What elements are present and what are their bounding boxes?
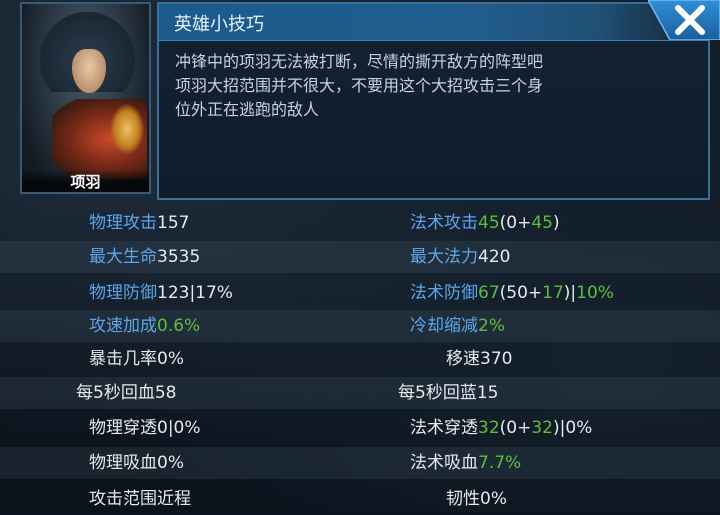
tips-body: 冲锋中的项羽无法被打断，尽情的撕开敌方的阵型吧 项羽大招范围并不很大，不要用这个…	[175, 50, 695, 122]
stat-value: 45	[478, 213, 500, 233]
stat-label: 物理攻击	[89, 213, 157, 233]
close-button[interactable]	[647, 0, 720, 41]
stat-value: (0+	[499, 418, 532, 438]
stat-row: 物理穿透0|0% 法术穿透32(0+32)|0%	[0, 412, 720, 444]
hero-name: 项羽	[22, 170, 149, 192]
tips-line: 位外正在逃跑的敌人	[175, 100, 320, 119]
stat-value: (50+	[499, 283, 543, 303]
stat-row: 物理攻击157 法术攻击45(0+45)	[0, 207, 720, 239]
stat-row: 暴击几率0% 移速370	[0, 343, 720, 375]
stat-label: 攻速加成	[89, 316, 157, 336]
hero-portrait: 项羽	[20, 2, 151, 194]
stat-label: 移速	[446, 349, 480, 369]
stat-value: )|	[563, 283, 577, 303]
stat-value: 近程	[157, 489, 191, 509]
stat-label: 冷却缩减	[410, 316, 478, 336]
stat-label: 法术穿透	[410, 418, 478, 438]
stat-value: 0%	[157, 349, 184, 369]
hero-tips-panel: 英雄小技巧 冲锋中的项羽无法被打断，尽情的撕开敌方的阵型吧 项羽大招范围并不很大…	[157, 2, 710, 200]
stat-label: 韧性	[446, 489, 480, 509]
portrait-face	[72, 49, 106, 93]
stat-value: 0|0%	[157, 418, 201, 438]
stat-label: 物理防御	[89, 283, 157, 303]
stat-row: 物理防御123|17% 法术防御67(50+17)|10%	[0, 277, 720, 309]
stat-row: 物理吸血0% 法术吸血7.7%	[0, 447, 720, 479]
stat-bonus: 45	[531, 213, 553, 233]
stat-label: 法术吸血	[410, 453, 478, 473]
stat-value: 0%	[157, 453, 184, 473]
stat-value: 2%	[478, 316, 505, 336]
stat-label: 物理穿透	[89, 418, 157, 438]
stat-value: 370	[480, 349, 513, 369]
stat-label: 法术攻击	[410, 213, 478, 233]
stat-label: 法术防御	[410, 283, 478, 303]
tips-line: 冲锋中的项羽无法被打断，尽情的撕开敌方的阵型吧	[175, 52, 544, 71]
close-x-icon	[647, 0, 720, 41]
stat-label: 最大生命	[89, 247, 157, 267]
stat-value: 157	[157, 213, 190, 233]
stat-row: 攻速加成0.6% 冷却缩减2%	[0, 310, 720, 342]
stat-value: 3535	[157, 247, 201, 267]
stat-value: 67	[478, 283, 500, 303]
stat-row: 最大生命3535 最大法力420	[0, 241, 720, 273]
stat-value: 7.7%	[478, 453, 522, 473]
stat-value: )	[552, 213, 560, 233]
stat-row: 攻击范围近程 韧性0%	[0, 483, 720, 515]
stat-value: (0+	[499, 213, 532, 233]
stat-label: 每5秒回蓝	[398, 383, 477, 403]
stat-label: 物理吸血	[89, 453, 157, 473]
tips-title: 英雄小技巧	[174, 14, 264, 35]
stat-value: 0.6%	[157, 316, 201, 336]
stat-value: 0%	[480, 489, 507, 509]
stat-value: 32	[478, 418, 500, 438]
stat-bonus: 32	[531, 418, 553, 438]
stat-bonus: 17	[542, 283, 564, 303]
stat-label: 暴击几率	[89, 349, 157, 369]
stat-label: 攻击范围	[89, 489, 157, 509]
tips-line: 项羽大招范围并不很大，不要用这个大招攻击三个身	[175, 76, 544, 95]
portrait-ornament	[110, 104, 144, 154]
stat-value: 123|17%	[157, 283, 233, 303]
stat-label: 每5秒回血	[76, 383, 155, 403]
stat-label: 最大法力	[410, 247, 478, 267]
stat-value: 420	[478, 247, 511, 267]
stat-value: )|0%	[552, 418, 593, 438]
stat-value: 58	[154, 383, 177, 403]
stat-row: 每5秒回血58 每5秒回蓝15	[0, 377, 720, 409]
stat-value: 10%	[576, 283, 614, 303]
tips-header: 英雄小技巧	[159, 4, 708, 41]
stat-value: 15	[476, 383, 499, 403]
